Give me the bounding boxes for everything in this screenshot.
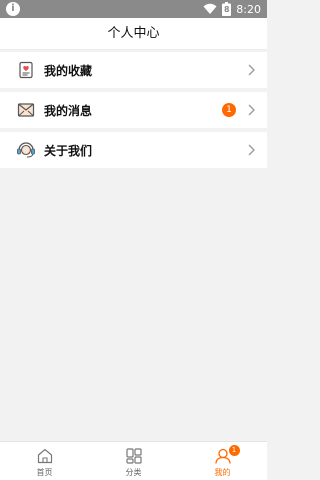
home-icon — [37, 448, 52, 464]
clock: 8:20 — [236, 2, 261, 16]
battery-level: 8 — [224, 5, 230, 14]
page-title: 个人中心 — [0, 18, 267, 50]
chevron-right-icon — [248, 104, 255, 116]
tab-label: 分类 — [125, 468, 142, 477]
empty-content-area — [0, 168, 267, 441]
customer-service-icon — [16, 140, 36, 160]
menu-item-label: 我的收藏 — [44, 63, 93, 78]
tab-home[interactable]: 首页 — [0, 442, 89, 480]
tab-mine[interactable]: 1 我的 — [178, 442, 267, 480]
status-icons: 8 8:20 — [203, 1, 261, 17]
menu-item-messages[interactable]: 我的消息 1 — [0, 92, 267, 128]
menu-item-label: 关于我们 — [44, 143, 93, 158]
info-icon: i — [6, 2, 20, 16]
tab-label: 我的 — [214, 468, 231, 477]
status-bar: i 8 8:20 — [0, 0, 267, 18]
battery-icon: 8 — [222, 2, 232, 16]
message-count-badge: 1 — [222, 103, 236, 117]
tab-label: 首页 — [36, 468, 53, 477]
chevron-right-icon — [248, 144, 255, 156]
messages-icon — [16, 100, 36, 120]
menu-item-label: 我的消息 — [44, 103, 93, 118]
tab-category[interactable]: 分类 — [89, 442, 178, 480]
category-icon — [125, 448, 142, 464]
menu-list: 我的收藏 我的消息 1 关于我们 — [0, 52, 267, 172]
favorites-icon — [16, 60, 36, 80]
menu-item-about-us[interactable]: 关于我们 — [0, 132, 267, 168]
chevron-right-icon — [248, 64, 255, 76]
bottom-tab-bar: 首页 分类 1 我的 — [0, 441, 267, 480]
menu-item-favorites[interactable]: 我的收藏 — [0, 52, 267, 88]
wifi-icon — [203, 3, 217, 14]
tab-badge: 1 — [228, 445, 240, 456]
